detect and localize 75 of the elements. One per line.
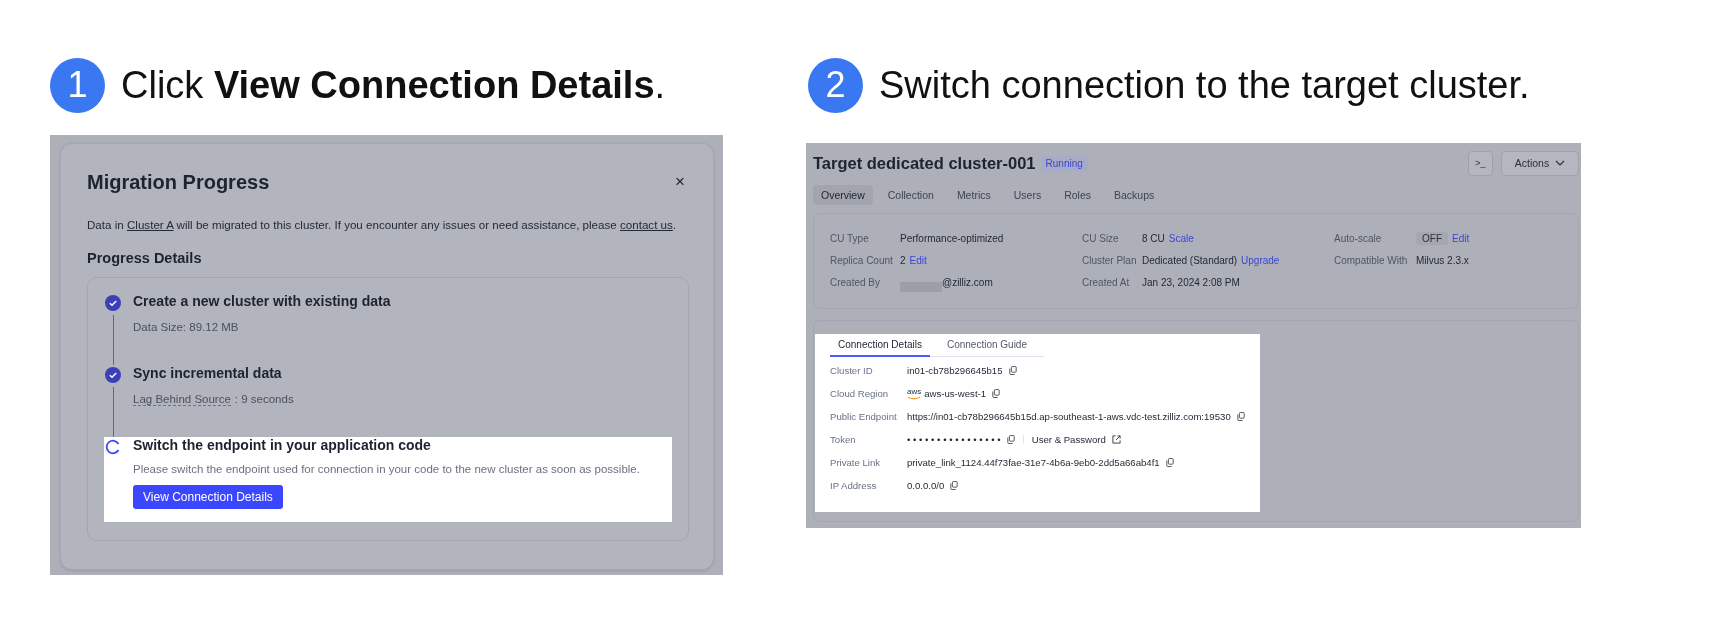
terminal-button[interactable]: >_ xyxy=(1468,150,1493,176)
spinner-icon xyxy=(105,439,121,455)
field-value: private_link_1124.44f73fae-31e7-4b6a-9eb0-2dd5a66ab4f1 xyxy=(907,457,1160,468)
cluster-title: Target dedicated cluster-001 xyxy=(813,153,1036,173)
field-value: 2 xyxy=(900,255,906,266)
action-link[interactable]: Edit xyxy=(909,255,927,266)
field-label: Replica Count xyxy=(830,255,894,266)
field-label: Auto-scale xyxy=(1334,233,1383,244)
copy-icon[interactable] xyxy=(1165,458,1174,467)
field-label: Created At xyxy=(1082,277,1131,288)
view-connection-details-button[interactable]: View Connection Details xyxy=(133,485,283,509)
copy-icon[interactable] xyxy=(1006,435,1015,444)
field-label: Private Link xyxy=(830,457,882,468)
inline-link[interactable]: contact us xyxy=(620,218,673,231)
step-number-badge: 1 xyxy=(50,57,105,113)
stage-detail: Please switch the endpoint used for connection in your code to the new cluster as soon as possible. xyxy=(133,463,640,475)
field-value: https://in01-cb78b296645b15d.ap-southeast-1-aws.vdc-test.zilliz.com:19530 xyxy=(907,411,1231,422)
page-tab[interactable]: Metrics xyxy=(948,185,999,205)
field-label: Cloud Region xyxy=(830,388,890,399)
external-link-icon[interactable] xyxy=(1111,435,1121,444)
caret-icon xyxy=(1555,160,1566,166)
field-label: IP Address xyxy=(830,480,878,491)
stage-detail: Data Size: 89.12 MB xyxy=(133,321,239,333)
close-button[interactable]: × xyxy=(671,172,689,192)
field-value: Milvus 2.3.x xyxy=(1416,255,1469,266)
inline-link[interactable]: Cluster A xyxy=(126,218,174,231)
field-value: aws-us-west-1 xyxy=(924,388,987,399)
step-instruction: Switch connection to the target cluster. xyxy=(879,63,1530,107)
connection-tab[interactable]: Connection Guide xyxy=(938,336,1035,357)
stage-title: Sync incremental data xyxy=(133,365,283,381)
field-label: CU Type xyxy=(830,233,870,244)
field-label: Token xyxy=(830,434,857,445)
detail-term: Lag Behind Source xyxy=(133,393,231,406)
field-label: Created By xyxy=(830,277,882,288)
field-value: 0.0.0.0/0 xyxy=(907,480,945,491)
check-icon xyxy=(105,367,121,383)
field-value: 8 CU xyxy=(1142,233,1165,244)
stage-title: Switch the endpoint in your application code xyxy=(133,437,432,453)
field-value: @zilliz.com xyxy=(942,277,993,288)
field-value: Dedicated (Standard) xyxy=(1142,255,1238,266)
field-label: Public Endpoint xyxy=(830,411,898,422)
copy-icon[interactable] xyxy=(1008,366,1017,375)
field-label: Compatible With xyxy=(1334,255,1409,266)
connection-tab[interactable]: Connection Details xyxy=(830,336,930,357)
user-password-link[interactable]: User & Password xyxy=(1031,434,1106,445)
field-value: Performance-optimized xyxy=(900,233,1004,244)
aws-logo: aws xyxy=(907,387,922,400)
actions-button[interactable]: Actions xyxy=(1501,150,1579,176)
copy-icon[interactable] xyxy=(1236,412,1245,421)
field-label: Cluster Plan xyxy=(1082,255,1138,266)
field-value: in01-cb78b296645b15 xyxy=(907,365,1003,376)
field-value: • • • • • • • • • • • • • • • • xyxy=(907,434,1001,445)
status-badge: Running xyxy=(1040,155,1088,171)
page-tab[interactable]: Roles xyxy=(1056,185,1099,205)
dialog-description: Data in Cluster A will be migrated to this cluster. If you encounter any issues or need assistance, please contact us. xyxy=(87,218,678,231)
page-tab[interactable]: Collection xyxy=(879,185,942,205)
stage-title: Create a new cluster with existing data xyxy=(133,293,391,309)
check-icon xyxy=(105,295,121,311)
field-label: Cluster ID xyxy=(830,365,874,376)
page-tab[interactable]: Backups xyxy=(1106,185,1163,205)
step-number-badge: 2 xyxy=(808,57,863,113)
toggle-badge: OFF xyxy=(1416,232,1448,245)
field-value: Jan 23, 2024 2:08 PM xyxy=(1142,277,1240,288)
page-tab[interactable]: Users xyxy=(1005,185,1050,205)
action-link[interactable]: Edit xyxy=(1452,233,1470,244)
dialog-title: Migration Progress xyxy=(87,170,270,194)
section-heading: Progress Details xyxy=(87,250,203,266)
copy-icon[interactable] xyxy=(950,481,959,490)
action-link[interactable]: Upgrade xyxy=(1241,255,1280,266)
copy-icon[interactable] xyxy=(992,389,1001,398)
stage-detail: : 9 seconds xyxy=(234,393,294,406)
page-tab[interactable]: Overview xyxy=(813,185,873,205)
action-link[interactable]: Scale xyxy=(1168,233,1194,244)
step-instruction: Click View Connection Details. xyxy=(121,63,666,107)
field-label: CU Size xyxy=(1082,233,1120,244)
